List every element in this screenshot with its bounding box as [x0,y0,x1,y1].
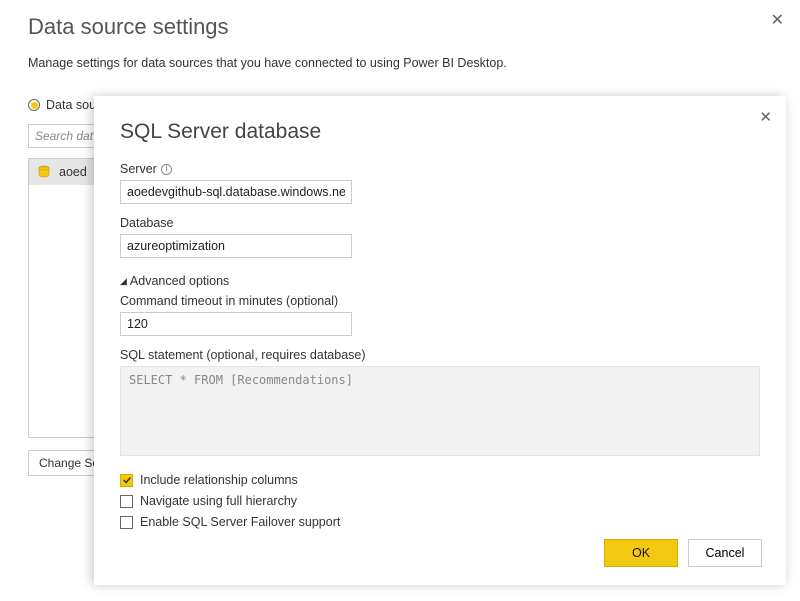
info-icon[interactable]: i [161,164,172,175]
cancel-button[interactable]: Cancel [688,539,762,567]
advanced-options-toggle[interactable]: ◢ Advanced options [120,274,760,288]
checkbox-label: Enable SQL Server Failover support [140,515,340,529]
database-input[interactable] [120,234,352,258]
failover-support-checkbox[interactable]: Enable SQL Server Failover support [120,515,760,529]
page-title: Data source settings [28,14,772,40]
dialog-title: SQL Server database [120,120,760,144]
checkbox-label: Include relationship columns [140,473,298,487]
page-description: Manage settings for data sources that yo… [28,56,772,70]
database-label: Database [120,216,760,230]
navigate-hierarchy-checkbox[interactable]: Navigate using full hierarchy [120,494,760,508]
radio-icon [28,99,40,111]
database-icon [37,165,51,179]
checkbox-label: Navigate using full hierarchy [140,494,297,508]
timeout-input[interactable] [120,312,352,336]
include-relationship-checkbox[interactable]: Include relationship columns [120,473,760,487]
server-input[interactable] [120,180,352,204]
close-icon[interactable]: ✕ [771,10,784,30]
sql-server-database-dialog: ✕ SQL Server database Server i Database … [94,96,786,585]
checkbox-icon [120,495,133,508]
server-label: Server i [120,162,760,176]
sql-statement-input[interactable] [120,366,760,456]
close-icon[interactable]: ✕ [759,108,772,126]
sql-statement-label: SQL statement (optional, requires databa… [120,348,760,362]
chevron-down-icon: ◢ [120,276,127,287]
data-source-item-label: aoed [59,165,87,179]
checkbox-icon [120,516,133,529]
checkbox-icon [120,474,133,487]
ok-button[interactable]: OK [604,539,678,567]
timeout-label: Command timeout in minutes (optional) [120,294,760,308]
radio-label: Data sou [46,98,96,112]
